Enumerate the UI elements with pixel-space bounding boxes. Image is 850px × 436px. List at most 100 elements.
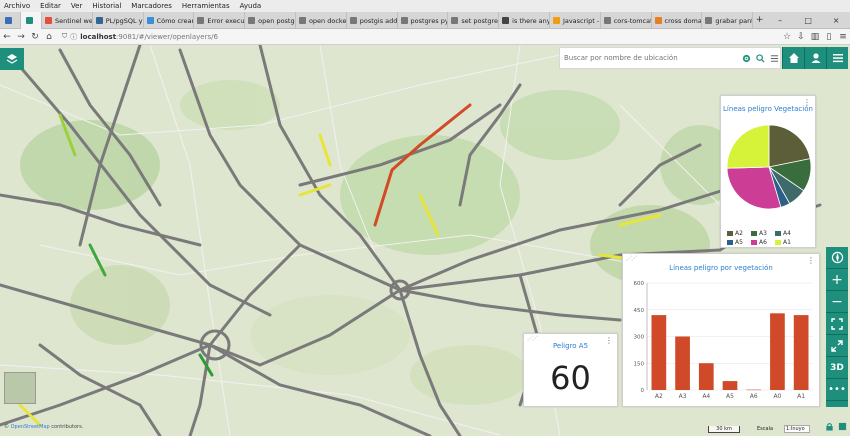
layers-button[interactable] bbox=[0, 48, 24, 70]
legend-swatch bbox=[727, 231, 733, 236]
tab-label: postgres pyt bbox=[410, 16, 449, 25]
layers-toggle-icon[interactable] bbox=[837, 421, 848, 432]
browser-tab-11[interactable]: cors-tomcat bbox=[601, 12, 652, 29]
overview-map[interactable] bbox=[4, 372, 36, 404]
reload-button[interactable]: ↻ bbox=[28, 30, 42, 44]
tab-favicon-icon bbox=[95, 17, 103, 24]
bar-A2[interactable] bbox=[651, 315, 667, 390]
tab-label: grabar pant bbox=[715, 16, 754, 25]
user-button[interactable] bbox=[804, 47, 826, 69]
y-tick-label: 0 bbox=[641, 388, 645, 394]
location-search-input[interactable] bbox=[564, 54, 739, 62]
map-attribution: © OpenStreetMap contributors. bbox=[4, 424, 83, 430]
maximize-window-button[interactable]: □ bbox=[794, 12, 822, 28]
downloads-button[interactable]: ⇩ bbox=[794, 30, 808, 44]
star-icon: ☆ bbox=[782, 31, 792, 42]
pie-chart-widget[interactable]: ⋮ Líneas peligro Vegetación A2 A3 A4 A5 A6 A1 bbox=[720, 95, 816, 248]
user-icon bbox=[811, 53, 820, 63]
menu-bar: Archivo Editar Ver Historial Marcadores Herra… bbox=[0, 0, 850, 12]
browser-tab-9[interactable]: is there any bbox=[499, 12, 550, 29]
pinned-tab-icon bbox=[4, 17, 12, 24]
scale-bar: 30 km bbox=[708, 426, 740, 433]
y-tick-label: 300 bbox=[634, 335, 645, 341]
compass-button[interactable] bbox=[826, 247, 848, 269]
menu-item-4[interactable]: Marcadores bbox=[131, 2, 172, 10]
zoom-in-button[interactable]: + bbox=[826, 269, 848, 291]
lock-icon[interactable] bbox=[824, 421, 835, 432]
hamburger-icon: ≡ bbox=[839, 31, 847, 42]
tab-favicon-icon bbox=[197, 17, 205, 24]
legend-label: A4 bbox=[783, 230, 791, 237]
browser-tab-4[interactable]: open postgr bbox=[245, 12, 296, 29]
forward-arrow-icon: → bbox=[17, 31, 25, 42]
more-tools-button[interactable]: ••• bbox=[826, 379, 848, 401]
home-view-button[interactable] bbox=[782, 47, 804, 69]
legend-item-A5[interactable]: A5 bbox=[727, 239, 751, 246]
scale-select[interactable]: 1:Inuyo bbox=[784, 425, 810, 433]
menu-item-1[interactable]: Editar bbox=[40, 2, 61, 10]
browser-tab-1[interactable]: PL/pgSQL y bbox=[93, 12, 144, 29]
menu-item-6[interactable]: Ayuda bbox=[240, 2, 262, 10]
browser-tab-3[interactable]: Error execut bbox=[194, 12, 246, 29]
browser-tab-0[interactable]: Sentinel we bbox=[42, 12, 93, 29]
bar-A4[interactable] bbox=[698, 363, 714, 390]
tab-active[interactable] bbox=[20, 12, 42, 29]
tab-favicon-icon bbox=[654, 17, 662, 24]
drag-handle-icon[interactable]: ⋰⋰ bbox=[527, 335, 538, 342]
home-button[interactable]: ⌂ bbox=[42, 30, 56, 44]
menu-button[interactable]: ≡ bbox=[836, 30, 850, 44]
library-button[interactable]: ▥ bbox=[808, 30, 822, 44]
y-tick-label: 600 bbox=[634, 281, 645, 287]
3d-view-button[interactable]: 3D bbox=[826, 357, 848, 379]
menu-item-3[interactable]: Historial bbox=[92, 2, 121, 10]
legend-item-A4[interactable]: A4 bbox=[775, 230, 799, 237]
tab-label: Sentinel we bbox=[54, 16, 93, 25]
legend-item-A2[interactable]: A2 bbox=[727, 230, 751, 237]
browser-tab-12[interactable]: cross domai bbox=[652, 12, 703, 29]
browser-tab-2[interactable]: Cómo crear bbox=[144, 12, 195, 29]
bar-A1[interactable] bbox=[793, 315, 809, 390]
tab-pinned-1[interactable] bbox=[0, 12, 21, 29]
browser-tab-10[interactable]: Javascript - bbox=[550, 12, 601, 29]
bar-A3[interactable] bbox=[675, 336, 690, 391]
menu-item-0[interactable]: Archivo bbox=[4, 2, 30, 10]
zoom-out-button[interactable]: − bbox=[826, 291, 848, 313]
legend-item-A6[interactable]: A6 bbox=[751, 239, 775, 246]
main-menu-button[interactable] bbox=[826, 47, 848, 69]
bar-A5[interactable] bbox=[722, 381, 738, 390]
legend-item-A3[interactable]: A3 bbox=[751, 230, 775, 237]
menu-item-5[interactable]: Herramientas bbox=[182, 2, 230, 10]
full-extent-button[interactable] bbox=[826, 313, 848, 335]
bookmark-button[interactable]: ☆ bbox=[780, 30, 794, 44]
bar-A0[interactable] bbox=[770, 313, 785, 390]
forward-button[interactable]: → bbox=[14, 30, 28, 44]
browser-tab-5[interactable]: open docker bbox=[296, 12, 347, 29]
sidebar-button[interactable]: ▯ bbox=[822, 30, 836, 44]
url-bar[interactable]: ⛉ ⓘ localhost:9081/#/viewer/openlayers/6 bbox=[62, 31, 622, 43]
osm-link[interactable]: OpenStreetMap bbox=[11, 424, 50, 430]
browser-tab-6[interactable]: postgis add bbox=[347, 12, 398, 29]
copyright-icon: © bbox=[4, 424, 9, 430]
search-icon[interactable] bbox=[754, 52, 766, 64]
bar-A6[interactable] bbox=[746, 389, 762, 391]
browser-tab-13[interactable]: grabar pant bbox=[702, 12, 754, 29]
back-button[interactable]: ← bbox=[0, 30, 14, 44]
legend-item-A1[interactable]: A1 bbox=[775, 239, 799, 246]
close-window-button[interactable]: × bbox=[822, 12, 850, 28]
legend-label: A5 bbox=[735, 239, 743, 246]
drag-handle-icon[interactable]: ⋰⋰ bbox=[626, 255, 637, 262]
fullscreen-button[interactable] bbox=[826, 335, 848, 357]
new-tab-button[interactable]: + bbox=[753, 12, 766, 28]
x-tick-label: A5 bbox=[726, 393, 734, 400]
browser-tab-7[interactable]: postgres pyt bbox=[398, 12, 449, 29]
pie-slice-A1[interactable] bbox=[726, 124, 770, 169]
screen: Archivo Editar Ver Historial Marcadores Herra… bbox=[0, 0, 850, 436]
browser-tab-8[interactable]: set postgres bbox=[448, 12, 500, 29]
gear-icon[interactable] bbox=[740, 52, 752, 64]
menu-item-2[interactable]: Ver bbox=[71, 2, 82, 10]
list-icon[interactable] bbox=[768, 52, 780, 64]
bar-chart-widget[interactable]: ⋰⋰ ⋮ Líneas peligro por vegetación 0 150 3… bbox=[622, 253, 820, 407]
kpi-widget[interactable]: ⋰⋰ ⋮ Peligro A5 60 bbox=[523, 333, 618, 407]
x-tick-label: A1 bbox=[797, 393, 805, 400]
minimize-window-button[interactable]: – bbox=[766, 12, 794, 28]
